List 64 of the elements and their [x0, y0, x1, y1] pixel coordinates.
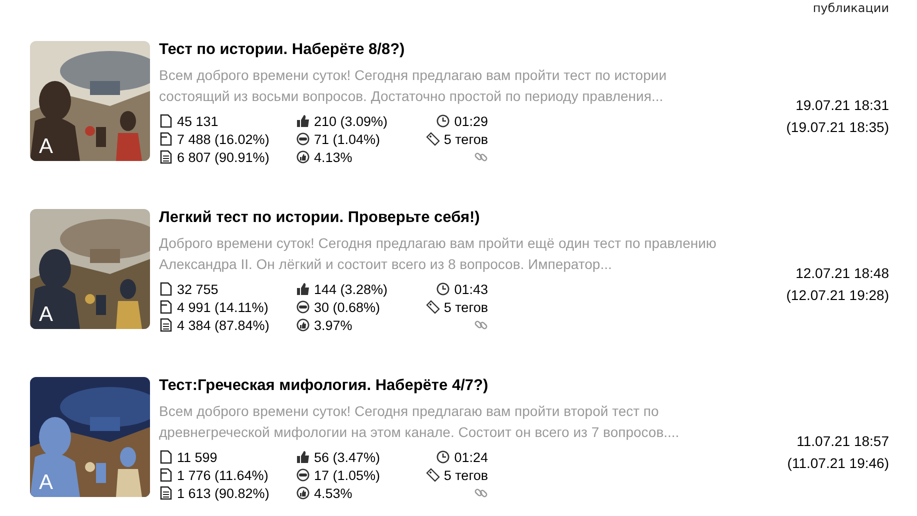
clock-icon — [436, 114, 450, 128]
impressions-count: 4 991 (14.11%) — [177, 300, 268, 314]
publish-date: 11.07.21 18:57 — [796, 432, 889, 451]
article-title[interactable]: Тест:Греческая мифология. Наберёте 4/7?) — [159, 376, 729, 396]
article-snippet: Всем доброго времени суток! Сегодня предлагаю вам пройти второй тест по древнегреческой мифологии на этом канале. Состоит он всего из 7 вопросов.... — [159, 402, 680, 442]
link-icon[interactable] — [474, 150, 488, 164]
views-count: 11 599 — [177, 450, 218, 464]
likes-count: 210 (3.09%) — [314, 114, 388, 128]
comments-count: 71 (1.04%) — [314, 132, 380, 146]
tag-icon — [426, 132, 440, 146]
author-initial: A — [39, 135, 54, 159]
page-icon — [159, 132, 173, 146]
publish-date: 19.07.21 18:31 — [796, 96, 889, 115]
page-icon — [159, 282, 173, 296]
read-time: 01:24 — [454, 450, 488, 464]
likes-count: 56 (3.47%) — [314, 450, 380, 464]
page-icon — [159, 300, 173, 314]
thumbs-up-icon — [296, 450, 310, 464]
column-header: публикации — [812, 1, 889, 15]
document-icon — [159, 318, 173, 332]
thumbs-up-icon — [296, 486, 310, 500]
impressions-count: 7 488 (16.02%) — [177, 132, 270, 146]
likes-count: 144 (3.28%) — [314, 282, 388, 296]
tag-icon — [426, 300, 440, 314]
impressions-count: 1 776 (11.64%) — [177, 468, 268, 482]
thumbs-up-icon — [296, 150, 310, 164]
read-time: 01:43 — [454, 282, 488, 296]
read-time: 01:29 — [454, 114, 488, 128]
clock-icon — [436, 450, 450, 464]
views-count: 45 131 — [177, 114, 218, 128]
reads-count: 6 807 (90.91%) — [177, 150, 270, 164]
engagement-rate: 3.97% — [314, 318, 352, 332]
link-icon[interactable] — [474, 486, 488, 500]
engagement-rate: 4.13% — [314, 150, 352, 164]
tags-link[interactable]: 5 тегов — [444, 300, 488, 314]
author-initial: A — [39, 471, 54, 495]
thumbs-up-icon — [296, 318, 310, 332]
reads-count: 1 613 (90.82%) — [177, 486, 270, 500]
clock-icon — [436, 282, 450, 296]
comments-count: 17 (1.05%) — [314, 468, 380, 482]
update-date: (12.07.21 19:28) — [786, 286, 889, 305]
tags-link[interactable]: 5 тегов — [444, 468, 488, 482]
tag-icon — [426, 468, 440, 482]
tags-link[interactable]: 5 тегов — [444, 132, 488, 146]
article-title[interactable]: Легкий тест по истории. Проверьте себя!) — [159, 208, 729, 228]
reads-count: 4 384 (87.84%) — [177, 318, 270, 332]
comments-count: 30 (0.68%) — [314, 300, 380, 314]
article-title[interactable]: Тест по истории. Наберёте 8/8?) — [159, 40, 729, 60]
publish-date: 12.07.21 18:48 — [796, 264, 889, 283]
link-icon[interactable] — [474, 318, 488, 332]
author-initial: A — [39, 303, 54, 327]
article-snippet: Всем доброго времени суток! Сегодня предлагаю вам пройти тест по истории состоящий из восьми вопросов. Достаточно простой по периоду правления... — [159, 66, 668, 106]
document-icon — [159, 150, 173, 164]
document-icon — [159, 486, 173, 500]
update-date: (19.07.21 18:35) — [786, 118, 889, 137]
views-count: 32 755 — [177, 282, 218, 296]
page-icon — [159, 468, 173, 482]
update-date: (11.07.21 19:46) — [787, 454, 889, 473]
page-icon — [159, 114, 173, 128]
thumbs-up-icon — [296, 282, 310, 296]
thumbs-up-icon — [296, 114, 310, 128]
engagement-rate: 4.53% — [314, 486, 352, 500]
page-icon — [159, 450, 173, 464]
article-snippet: Доброго времени суток! Сегодня предлагаю вам пройти ещё один тест по правлению Александра II. Он лёгкий и состоит всего из 8 вопросов. Император... — [159, 234, 718, 274]
